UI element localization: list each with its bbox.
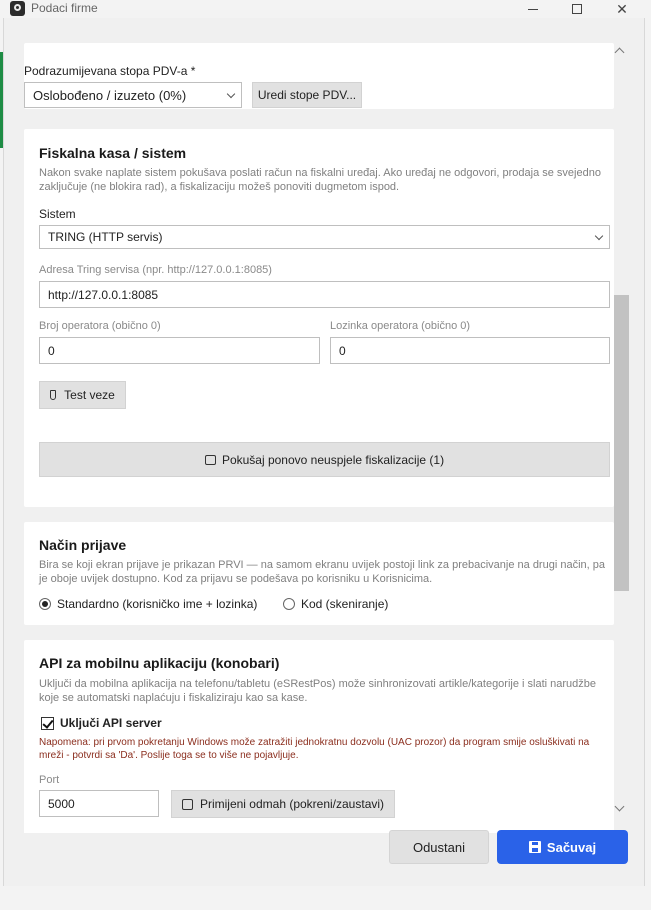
vertical-scrollbar[interactable] [611,43,629,833]
port-input[interactable]: 5000 [39,790,159,817]
vat-select-value: Oslobođeno / izuzeto (0%) [33,87,187,103]
radio-code[interactable] [283,598,295,610]
login-heading: Način prijave [39,537,127,553]
api-description: Uključi da mobilna aplikacija na telefon… [39,678,597,704]
api-enable-label[interactable]: Uključi API server [60,716,162,730]
dialog-window: Podaci firme ✕ Podrazumijevana stopa PDV… [0,0,651,910]
system-select-value: TRING (HTTP servis) [48,230,163,244]
radio-standard[interactable] [39,598,51,610]
api-enable-checkbox[interactable] [41,717,54,730]
scroll-down-icon[interactable] [614,801,625,812]
retry-fiscalization-label: Pokušaj ponovo neuspjele fiskalizacije (… [221,452,445,467]
app-icon [10,1,25,16]
system-label: Sistem [39,207,76,221]
maximize-button[interactable] [554,0,600,18]
scroll-area[interactable]: Podrazumijevana stopa PDV-a * Oslobođeno… [24,43,614,833]
window-title: Podaci firme [31,1,98,15]
api-note: Napomena: pri prvom pokretanju Windows m… [39,737,590,761]
vat-select[interactable]: Oslobođeno / izuzeto (0%) [24,82,242,108]
minimize-icon [528,8,538,10]
vat-card: Podrazumijevana stopa PDV-a * Oslobođeno… [24,43,614,109]
edit-vat-button[interactable]: Uredi stope PDV... [252,82,362,108]
apply-api-label: Primijeni odmah (pokreni/zaustavi) [199,797,385,811]
api-card: API za mobilnu aplikaciju (konobari) Ukl… [24,640,614,833]
retry-fiscalization-button[interactable]: Pokušaj ponovo neuspjele fiskalizacije (… [39,442,610,477]
system-select[interactable]: TRING (HTTP servis) [39,225,610,249]
minimize-button[interactable] [510,0,556,18]
login-option-standard[interactable]: Standardno (korisničko ime + lozinka) [39,597,257,611]
password-label: Lozinka operatora (obično 0) [330,320,471,332]
refresh-icon [181,798,193,810]
retry-icon [204,454,216,465]
scrollbar-thumb[interactable] [614,295,629,591]
login-description: Bira se koji ekran prijave je prikazan P… [39,559,605,585]
chevron-down-icon [594,231,604,241]
login-option-code-label: Kod (skeniranje) [301,597,389,611]
login-card: Način prijave Bira se koji ekran prijave… [24,522,614,625]
fiscal-heading: Fiskalna kasa / sistem [39,145,187,161]
title-bar: Podaci firme ✕ [0,0,651,18]
save-button[interactable]: Sačuvaj [497,830,628,864]
operator-label: Broj operatora (obično 0) [39,320,161,332]
plug-icon [50,390,57,400]
save-icon [528,841,541,853]
cancel-button[interactable]: Odustani [389,830,489,864]
close-icon: ✕ [616,0,628,17]
password-input[interactable]: 0 [330,337,610,364]
login-option-code[interactable]: Kod (skeniranje) [283,597,388,611]
apply-api-button[interactable]: Primijeni odmah (pokreni/zaustavi) [171,790,395,818]
dialog-content: Podrazumijevana stopa PDV-a * Oslobođeno… [3,18,645,886]
maximize-icon [572,4,582,14]
address-input[interactable]: http://127.0.0.1:8085 [39,281,610,308]
address-label: Adresa Tring servisa (npr. http://127.0.… [39,264,272,276]
test-connection-label: Test veze [64,388,115,402]
port-label: Port [39,774,60,786]
test-connection-button[interactable]: Test veze [39,381,126,409]
scroll-up-icon[interactable] [614,47,625,58]
fiscal-description: Nakon svake naplate sistem pokušava posl… [39,167,601,193]
save-label: Sačuvaj [546,839,597,855]
login-option-standard-label: Standardno (korisničko ime + lozinka) [57,597,258,611]
close-button[interactable]: ✕ [599,0,645,18]
vat-label: Podrazumijevana stopa PDV-a * [24,64,196,78]
api-heading: API za mobilnu aplikaciju (konobari) [39,655,280,671]
fiscal-card: Fiskalna kasa / sistem Nakon svake napla… [24,129,614,507]
chevron-down-icon [226,89,236,99]
operator-input[interactable]: 0 [39,337,320,364]
